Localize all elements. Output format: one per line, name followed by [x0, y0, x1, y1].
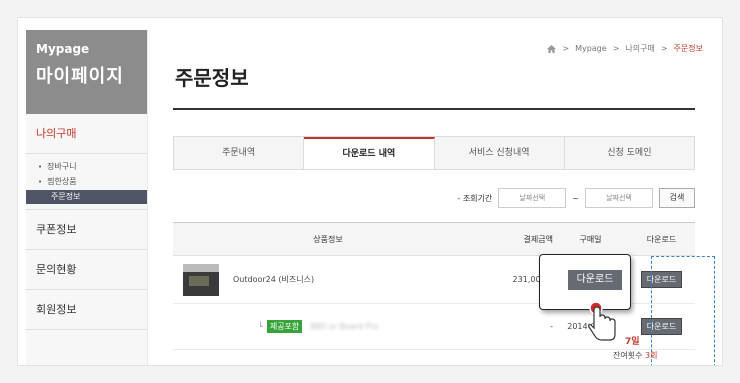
start-date-input[interactable]: 날짜선택 — [498, 188, 567, 208]
breadcrumb-separator: > — [660, 44, 668, 53]
breadcrumb-separator: > — [562, 44, 570, 53]
period-tilde: ~ — [572, 193, 579, 203]
hand-pointer-icon — [588, 301, 616, 341]
period-filter: - 조회기간 날짜선택 ~ 날짜선택 검색 — [457, 188, 695, 208]
product-name[interactable]: BBS or Board Pro — [310, 322, 378, 331]
sidebar: Mypage 마이페이지 나의구매 장바구니 찜한상품 주문정보 쿠폰정보 문의… — [26, 30, 148, 365]
included-badge: 제공포함 — [266, 320, 303, 333]
download-highlight-box — [651, 256, 715, 365]
period-label: - 조회기간 — [457, 193, 493, 203]
breadcrumb: > Mypage > 나의구매 > 주문정보 — [547, 43, 703, 54]
remaining-count: 3회 — [645, 351, 658, 360]
price-cell: - — [550, 322, 553, 331]
remaining-label: 잔여횟수 — [613, 351, 643, 360]
sidebar-sub-wishlist[interactable]: 찜한상품 — [26, 175, 147, 189]
brand-en: Mypage — [36, 42, 90, 56]
product-name[interactable]: Outdoor24 (비즈니스) — [233, 274, 314, 285]
header-price: 결제금액 — [523, 234, 553, 244]
days-left: 7일 — [625, 337, 640, 347]
tab-order-history[interactable]: 주문내역 — [174, 137, 305, 169]
sidebar-item-my-purchase[interactable]: 나의구매 — [26, 114, 147, 154]
end-date-input[interactable]: 날짜선택 — [585, 188, 653, 208]
sidebar-item-coupons[interactable]: 쿠폰정보 — [26, 210, 147, 250]
page-title: 주문정보 — [175, 66, 249, 90]
product-cell: Outdoor24 (비즈니스) — [173, 263, 483, 296]
title-divider — [173, 108, 695, 110]
product-thumbnail[interactable] — [183, 263, 219, 296]
sidebar-sub-cart[interactable]: 장바구니 — [26, 160, 147, 174]
sidebar-item-inquiries[interactable]: 문의현황 — [26, 250, 147, 290]
main-content: > Mypage > 나의구매 > 주문정보 주문정보 주문내역 다운로드 내역… — [173, 18, 715, 365]
sub-item-prefix: └ — [258, 322, 263, 331]
page-frame: Mypage 마이페이지 나의구매 장바구니 찜한상품 주문정보 쿠폰정보 문의… — [17, 17, 723, 366]
header-purchase-date: 구매일 — [579, 234, 602, 244]
table-header: 상품정보 결제금액 구매일 다운로드 — [173, 222, 695, 256]
header-product: 상품정보 — [313, 234, 343, 244]
home-icon[interactable] — [547, 44, 557, 53]
sidebar-item-member-info[interactable]: 회원정보 — [26, 290, 147, 330]
tab-download-history[interactable]: 다운로드 내역 — [304, 137, 435, 169]
download-button-zoomed[interactable]: 다운로드 — [568, 270, 622, 290]
product-cell: └ 제공포함 BBS or Board Pro — [173, 320, 483, 333]
brand-kr: 마이페이지 — [36, 66, 124, 87]
breadcrumb-my-purchase[interactable]: 나의구매 — [625, 43, 654, 54]
breadcrumb-separator: > — [612, 44, 620, 53]
remaining-downloads: 잔여횟수 3회 — [613, 350, 657, 361]
breadcrumb-order-info[interactable]: 주문정보 — [674, 43, 703, 54]
search-button[interactable]: 검색 — [659, 188, 695, 208]
breadcrumb-mypage[interactable]: Mypage — [575, 44, 607, 53]
header-download: 다운로드 — [646, 234, 677, 244]
tab-requested-domains[interactable]: 신청 도메인 — [565, 137, 694, 169]
tab-bar: 주문내역 다운로드 내역 서비스 신청내역 신청 도메인 — [173, 136, 695, 170]
sidebar-sub-list: 장바구니 찜한상품 주문정보 — [26, 154, 147, 210]
tab-service-requests[interactable]: 서비스 신청내역 — [435, 137, 565, 169]
mypage-header: Mypage 마이페이지 — [26, 30, 147, 114]
sidebar-sub-order-info[interactable]: 주문정보 — [26, 190, 147, 204]
